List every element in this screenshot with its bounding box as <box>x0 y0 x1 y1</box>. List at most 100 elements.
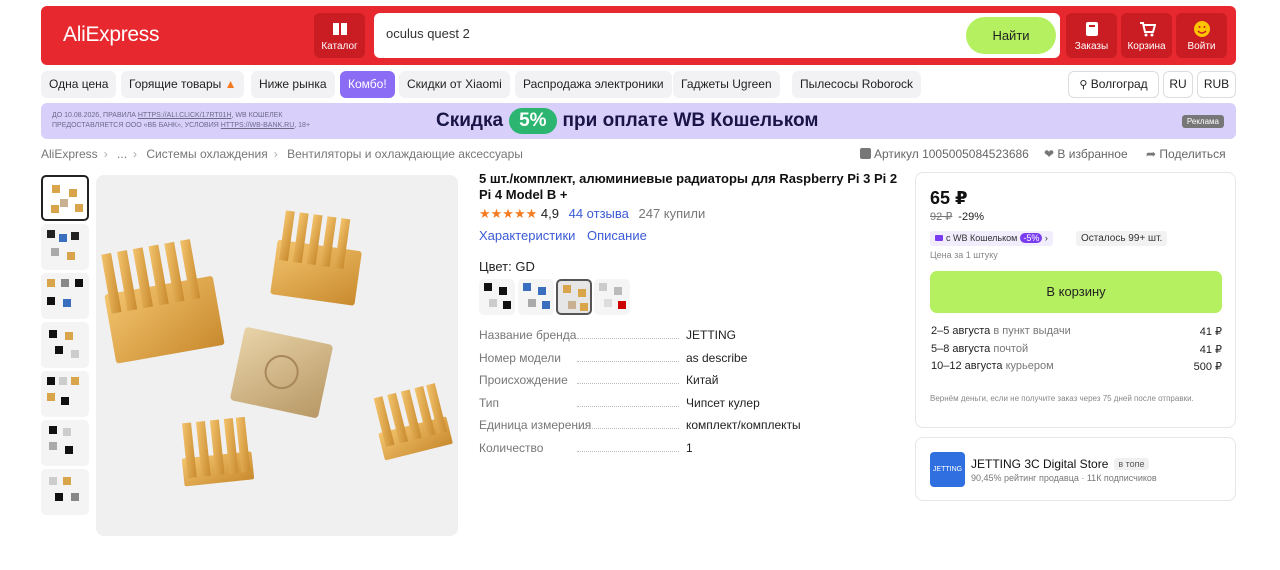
breadcrumb: AliExpress › ... › Системы охлаждения › Вен… <box>41 147 523 161</box>
orders-button[interactable]: Заказы <box>1066 13 1117 58</box>
star-rating-icon: ★★★★★ <box>479 206 538 221</box>
stock-badge: Осталось 99+ шт. <box>1076 231 1168 246</box>
description-link[interactable]: Описание <box>587 228 647 243</box>
share-button[interactable]: ➦ Поделиться <box>1146 147 1226 161</box>
thumb-dot <box>49 477 57 485</box>
pill-below-market[interactable]: Ниже рынка <box>251 71 335 98</box>
thumbnail-3[interactable] <box>41 273 89 319</box>
legal-line2b: , 18+ <box>294 122 311 129</box>
breadcrumb-ellipsis[interactable]: ... <box>117 147 127 161</box>
wb-wallet-badge[interactable]: с WB Кошельком -5% › <box>930 231 1053 246</box>
thumbnail-1[interactable] <box>41 175 89 221</box>
rating-value: 4,9 <box>540 206 559 221</box>
spec-key: Количество <box>479 441 544 455</box>
article-number[interactable]: Артикул 1005005084523686 <box>860 147 1029 161</box>
aliexpress-logo[interactable]: AliExpress <box>63 23 160 47</box>
pill-electronics-sale[interactable]: Распродажа электроники <box>515 71 672 98</box>
spec-value: JETTING <box>686 328 736 342</box>
spec-dots <box>577 428 679 429</box>
pill-combo[interactable]: Комбо! <box>340 71 395 98</box>
discount-percent: -29% <box>958 211 984 223</box>
breadcrumb-cooling[interactable]: Системы охлаждения <box>146 147 267 161</box>
thumbnail-2[interactable] <box>41 224 89 270</box>
thumb-dot <box>47 393 55 401</box>
thumb-dot <box>51 205 59 213</box>
thumb-dot <box>60 199 68 207</box>
thumbnail-7[interactable] <box>41 469 89 515</box>
pill-hot-deals[interactable]: Горящие товары ▲ <box>121 71 245 98</box>
chevron-right-icon: › <box>133 147 138 161</box>
thumb-dot <box>65 332 73 340</box>
swatch-dot <box>523 283 531 291</box>
thumbnail-5[interactable] <box>41 371 89 417</box>
catalog-button[interactable]: Каталог <box>314 13 365 58</box>
thumb-dot <box>75 279 83 287</box>
color-swatch-black[interactable] <box>479 279 515 315</box>
cart-icon <box>1139 22 1156 37</box>
thumb-dot <box>61 397 69 405</box>
spec-key: Номер модели <box>479 351 561 365</box>
chevron-right-icon: › <box>273 147 278 161</box>
heatsinks-illustration <box>101 210 453 487</box>
delivery-option[interactable]: 10–12 августа курьером 500 ₽ <box>931 360 1222 373</box>
smile-icon <box>1193 21 1210 37</box>
product-title: 5 шт./комплект, алюминиевые радиаторы дл… <box>479 171 898 202</box>
thumb-dot <box>47 297 55 305</box>
city-label: Волгоград <box>1090 77 1148 91</box>
currency-selector[interactable]: RUB <box>1197 71 1236 98</box>
city-selector[interactable]: ⚲ Волгоград <box>1068 71 1159 98</box>
thumb-dot <box>63 428 71 436</box>
promo-before: Скидка <box>436 110 504 131</box>
add-to-cart-button[interactable]: В корзину <box>930 271 1222 313</box>
thumb-dot <box>55 493 63 501</box>
old-price-row: 92 ₽ -29% <box>930 210 984 223</box>
search-input[interactable] <box>386 26 946 41</box>
search-box: Найти <box>374 13 1060 58</box>
color-swatch-blue[interactable] <box>518 279 554 315</box>
login-label: Войти <box>1187 41 1216 52</box>
reviews-link[interactable]: 44 отзыва <box>569 206 629 221</box>
pill-xiaomi[interactable]: Скидки от Xiaomi <box>399 71 510 98</box>
delivery-price: 41 ₽ <box>1199 326 1222 338</box>
pill-ugreen[interactable]: Гаджеты Ugreen <box>673 71 780 98</box>
thumbnail-4[interactable] <box>41 322 89 368</box>
price: 65 ₽ <box>930 188 968 208</box>
spec-key: Тип <box>479 396 500 410</box>
swatch-dot <box>599 283 607 291</box>
thumb-dot <box>69 189 77 197</box>
color-swatch-gold[interactable] <box>556 279 592 315</box>
specs-link[interactable]: Характеристики <box>479 228 575 243</box>
catalog-label: Каталог <box>321 41 358 52</box>
promo-banner[interactable]: ДО 10.08.2026, ПРАВИЛА HTTPS://ALI.CLICK… <box>41 103 1236 139</box>
language-selector[interactable]: RU <box>1163 71 1193 98</box>
search-button[interactable]: Найти <box>966 17 1056 54</box>
favorite-button[interactable]: ❤ В избранное <box>1044 147 1128 161</box>
swatch-dot <box>563 285 571 293</box>
thumbnail-6[interactable] <box>41 420 89 466</box>
legal-link2[interactable]: HTTPS://WB-BANK.RU <box>221 122 295 129</box>
spec-key: Единица измерения <box>479 418 592 432</box>
spec-dots <box>577 361 679 362</box>
pill-roborock[interactable]: Пылесосы Roborock <box>792 71 922 98</box>
legal-link1[interactable]: HTTPS://ALI.CLICK/17RT01H <box>138 112 232 119</box>
ad-label[interactable]: Реклама <box>1181 115 1224 128</box>
pill-one-price[interactable]: Одна цена <box>41 71 117 98</box>
breadcrumb-home[interactable]: AliExpress <box>41 147 98 161</box>
cart-label: Корзина <box>1127 41 1166 52</box>
thumb-dot <box>67 252 75 260</box>
pill-hot-deals-label: Горящие товары <box>129 77 222 91</box>
delivery-option[interactable]: 5–8 августа почтой 41 ₽ <box>931 343 1222 356</box>
main-product-image[interactable] <box>96 175 458 536</box>
wb-label: с WB Кошельком <box>946 233 1018 243</box>
store-card[interactable]: JETTING JETTING 3C Digital Store в топе 9… <box>915 437 1236 501</box>
cart-header-button[interactable]: Корзина <box>1121 13 1172 58</box>
login-button[interactable]: Войти <box>1176 13 1227 58</box>
rating-row: ★★★★★ 4,9 44 отзыва 247 купили <box>479 206 705 222</box>
delivery-option[interactable]: 2–5 августа в пункт выдачи 41 ₽ <box>931 325 1222 338</box>
color-swatch-silver[interactable] <box>594 279 630 315</box>
breadcrumb-fans[interactable]: Вентиляторы и охлаждающие аксессуары <box>287 147 523 161</box>
heart-icon: ❤ <box>1044 147 1055 161</box>
thumb-dot <box>47 377 55 385</box>
product-anchor-links: Характеристики Описание <box>479 228 655 243</box>
swatch-dot <box>542 301 550 309</box>
